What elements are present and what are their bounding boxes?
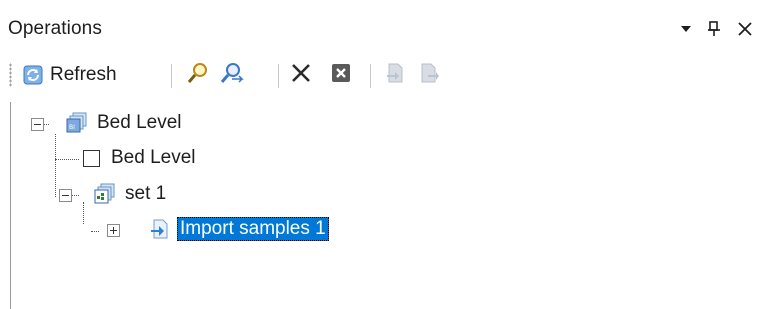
panel-header: Operations (0, 0, 760, 58)
tree-node-label: Bed Level (111, 147, 196, 168)
tree-node-label: Bed Level (97, 112, 182, 133)
delete-all-icon (330, 62, 352, 89)
panel-title: Operations (8, 18, 102, 39)
import-button (384, 61, 406, 89)
find-next-icon (218, 61, 244, 90)
tree-connector (55, 159, 79, 160)
find-next-button[interactable] (218, 61, 244, 89)
import-icon (149, 218, 171, 245)
toolbar: Refresh (0, 58, 760, 92)
export-disabled-icon (418, 62, 440, 89)
collapse-icon[interactable] (31, 118, 44, 131)
collapse-icon[interactable] (59, 189, 72, 202)
checkbox-icon[interactable] (83, 150, 100, 167)
chevron-down-icon[interactable] (676, 18, 696, 40)
expand-icon[interactable] (107, 224, 120, 237)
svg-text:BI: BI (69, 124, 75, 131)
operations-panel: Operations Refresh BI Bed Level Bed Leve… (0, 0, 760, 309)
refresh-label: Refresh (50, 64, 117, 85)
refresh-icon (22, 64, 44, 86)
find-button[interactable] (186, 61, 210, 89)
tree-connector (55, 134, 56, 197)
pin-icon[interactable] (704, 18, 724, 40)
tree-connector (83, 202, 84, 224)
import-disabled-icon (384, 62, 406, 89)
refresh-button[interactable]: Refresh (22, 61, 117, 89)
close-icon[interactable] (734, 18, 756, 40)
delete-all-button[interactable] (330, 61, 352, 89)
operations-tree: BI Bed Level Bed Level set 1 Import samp… (10, 102, 760, 309)
toolbar-separator (370, 64, 371, 88)
tree-node-label: Import samples 1 (177, 217, 329, 241)
set-icon (93, 182, 117, 211)
toolbar-grip[interactable] (9, 63, 12, 87)
find-icon (186, 61, 210, 90)
dataset-icon: BI (65, 111, 89, 140)
export-button (418, 61, 440, 89)
delete-button[interactable] (290, 61, 312, 89)
toolbar-separator (171, 64, 172, 88)
tree-connector (91, 231, 99, 232)
tree-node-label: set 1 (125, 183, 167, 204)
delete-icon (290, 62, 312, 89)
toolbar-separator (278, 64, 279, 88)
